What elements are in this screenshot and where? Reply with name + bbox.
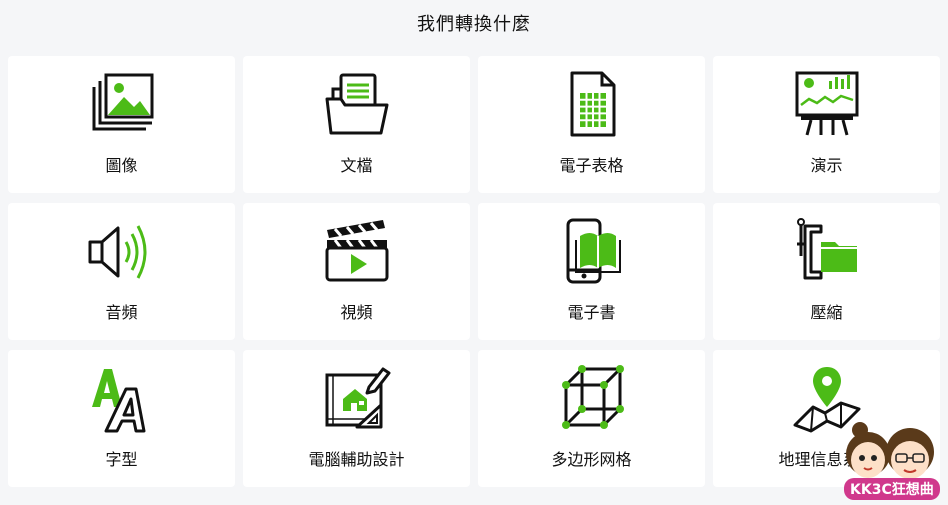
category-label: 圖像 (105, 156, 138, 175)
clamp-folder-icon (791, 216, 863, 288)
category-card-polygon-mesh[interactable]: 多边形网格 (478, 350, 705, 487)
category-label: 文檔 (340, 156, 373, 175)
category-card-audio[interactable]: 音頻 (8, 203, 235, 340)
category-card-cad[interactable]: 電腦輔助設計 (243, 350, 470, 487)
category-card-image[interactable]: 圖像 (8, 56, 235, 193)
page-title: 我們轉換什麼 (417, 14, 531, 35)
ebook-phone-icon (556, 216, 628, 288)
watermark-logo: KK3C狂想曲 (836, 414, 948, 501)
category-label: 電腦輔助設計 (308, 450, 405, 469)
category-card-font[interactable]: 字型 (8, 350, 235, 487)
category-card-ebook[interactable]: 電子書 (478, 203, 705, 340)
image-icon (86, 69, 158, 141)
spreadsheet-icon (556, 69, 628, 141)
cad-blueprint-icon (321, 363, 393, 435)
watermark-text: KK3C狂想曲 (844, 478, 940, 500)
document-folder-icon (321, 69, 393, 141)
font-letters-icon (86, 363, 158, 435)
category-label: 視頻 (340, 303, 373, 322)
category-label: 多边形网格 (551, 450, 632, 469)
speaker-icon (86, 216, 158, 288)
category-label: 演示 (810, 156, 843, 175)
polygon-cube-icon (556, 363, 628, 435)
category-card-video[interactable]: 視頻 (243, 203, 470, 340)
category-card-document[interactable]: 文檔 (243, 56, 470, 193)
clapperboard-icon (321, 216, 393, 288)
category-card-archive[interactable]: 壓縮 (713, 203, 940, 340)
category-card-spreadsheet[interactable]: 電子表格 (478, 56, 705, 193)
category-grid: 圖像 文檔 電子表格 演示 音頻 視頻 電子書 壓縮 字型 電腦輔助設計 多边形… (8, 56, 940, 487)
category-card-presentation[interactable]: 演示 (713, 56, 940, 193)
category-label: 壓縮 (810, 303, 843, 322)
category-label: 電子書 (567, 303, 616, 322)
category-label: 音頻 (105, 303, 138, 322)
category-label: 字型 (105, 450, 138, 469)
category-label: 電子表格 (559, 156, 624, 175)
presentation-board-icon (791, 69, 863, 141)
